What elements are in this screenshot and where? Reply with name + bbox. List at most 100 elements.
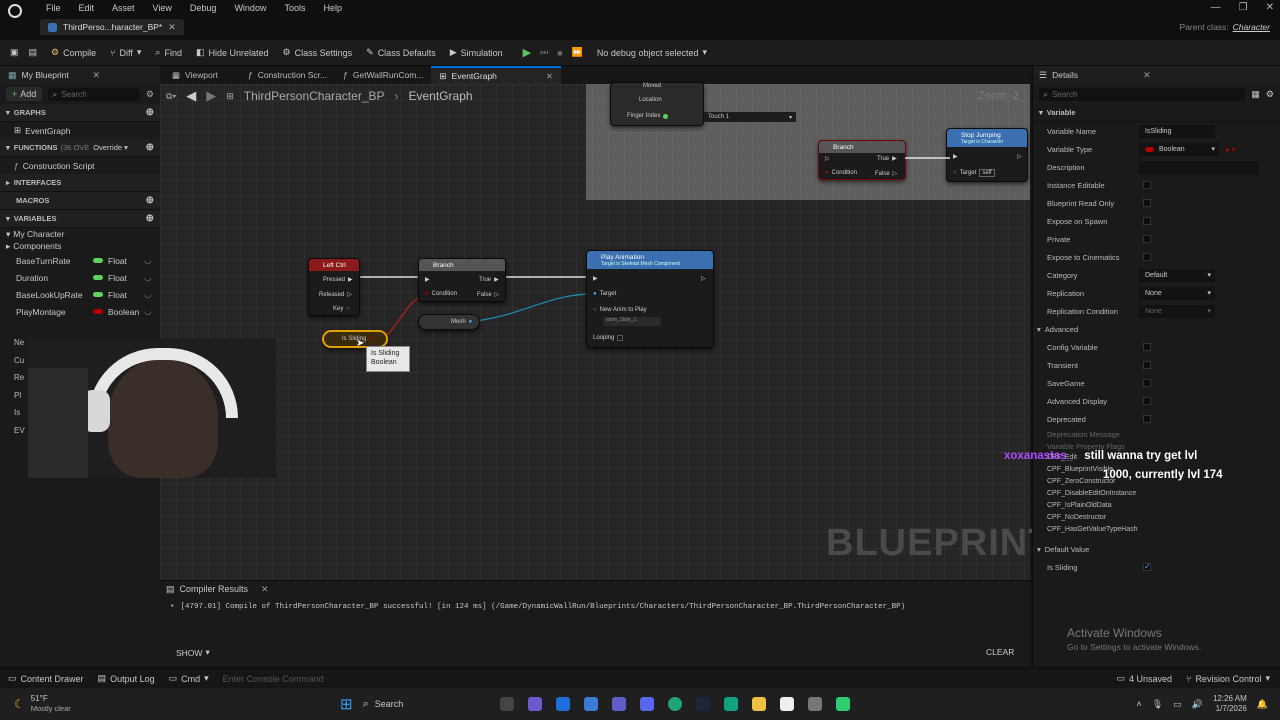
override-dropdown[interactable]: Override ▾	[93, 143, 128, 152]
document-tab[interactable]: ThirdPerso...haracter_BP* ✕	[40, 19, 184, 35]
variable-row[interactable]: BaseLookUpRate Float ◡	[0, 286, 160, 303]
menu-help[interactable]: Help	[323, 3, 342, 13]
category-components[interactable]: ▸ Components	[0, 240, 160, 252]
add-button[interactable]: + Add	[6, 87, 43, 101]
menu-window[interactable]: Window	[234, 3, 266, 13]
partial-row[interactable]: Ne	[14, 334, 25, 352]
interfaces-section-header[interactable]: ▸ INTERFACES	[0, 174, 160, 192]
close-icon[interactable]: ✕	[261, 584, 269, 595]
graph-eventgraph[interactable]: ⊞ EventGraph	[0, 122, 160, 139]
replication-select[interactable]: None ▾	[1139, 286, 1215, 300]
show-button[interactable]: SHOW ▾	[176, 647, 210, 658]
calendar-app-icon[interactable]	[555, 697, 570, 711]
tab-viewport[interactable]: ▦ Viewport	[164, 66, 226, 84]
variable-row[interactable]: BaseTurnRate Float ◡	[0, 252, 160, 269]
menu-asset[interactable]: Asset	[112, 3, 135, 13]
unsaved-indicator[interactable]: ▭ 4 Unsaved	[1116, 673, 1172, 684]
add-macro-icon[interactable]: ⊕	[146, 195, 154, 206]
app-green-icon[interactable]	[723, 697, 738, 711]
mail-app-icon[interactable]	[583, 697, 598, 711]
details-search-input[interactable]: ⌕ Search	[1039, 87, 1246, 101]
task-view-icon[interactable]	[499, 697, 514, 711]
revision-control-button[interactable]: ⑂ Revision Control ▾	[1186, 673, 1270, 684]
output-log-button[interactable]: ▤ Output Log	[98, 673, 155, 684]
close-icon[interactable]: ✕	[92, 70, 100, 81]
container-type-icon[interactable]: ● ▾	[1225, 145, 1235, 154]
find-button[interactable]: ⌕ Find	[155, 47, 182, 58]
functions-section-header[interactable]: ▾ FUNCTIONS (36 OVE Override ▾ ⊕	[0, 139, 160, 157]
unreal-logo-icon[interactable]	[8, 4, 22, 18]
variable-type-select[interactable]: Boolean ▾	[1139, 142, 1219, 156]
eye-icon[interactable]: ◡	[144, 289, 151, 300]
deprecated-checkbox[interactable]	[1143, 415, 1151, 423]
variable-row[interactable]: PlayMontage Boolean ◡	[0, 303, 160, 320]
menu-file[interactable]: File	[46, 3, 61, 13]
category-select[interactable]: Default ▾	[1139, 268, 1215, 282]
volume-icon[interactable]: 🔊	[1192, 699, 1203, 710]
category-my-character[interactable]: ▾ My Character	[0, 228, 160, 240]
tab-getwallrun[interactable]: ƒ GetWallRunCom...	[335, 66, 431, 84]
partial-row[interactable]: Pl	[14, 387, 25, 405]
variable-row[interactable]: Duration Float ◡	[0, 269, 160, 286]
my-blueprint-tab[interactable]: ▦ My Blueprint ✕	[0, 66, 160, 84]
chevron-up-icon[interactable]: ˄	[1137, 699, 1142, 709]
play-animation-node[interactable]: Play Animation Target is Skeletal Mesh C…	[586, 250, 714, 348]
advanced-section-header[interactable]: ▾ Advanced	[1033, 320, 1280, 338]
restore-icon[interactable]: ❐	[1239, 2, 1248, 13]
variables-section-header[interactable]: ▾ VARIABLES ⊕	[0, 210, 160, 228]
instance-editable-checkbox[interactable]	[1143, 181, 1151, 189]
content-drawer-button[interactable]: ▭ Content Drawer	[8, 673, 84, 684]
copilot-icon[interactable]	[527, 697, 542, 711]
unreal-taskbar-icon[interactable]	[779, 697, 794, 711]
class-settings-button[interactable]: ⚙ Class Settings	[283, 47, 353, 58]
notification-bell-icon[interactable]: 🔔	[1257, 699, 1268, 710]
network-icon[interactable]: ▭	[1173, 699, 1182, 710]
taskbar-search[interactable]: ⌕ Search	[363, 698, 493, 711]
transient-checkbox[interactable]	[1143, 361, 1151, 369]
expose-on-spawn-checkbox[interactable]	[1143, 217, 1151, 225]
partial-row[interactable]: Is	[14, 404, 25, 422]
add-function-icon[interactable]: ⊕	[146, 142, 154, 153]
partial-row[interactable]: Re	[14, 369, 25, 387]
browse-icon[interactable]: ▤	[29, 47, 38, 58]
windows-start-icon[interactable]: ⊞	[340, 695, 353, 713]
anim-asset-field[interactable]: anim_Slide_1	[603, 317, 661, 326]
steam-icon[interactable]	[695, 697, 710, 711]
obs-icon[interactable]	[835, 697, 850, 711]
menu-edit[interactable]: Edit	[79, 3, 95, 13]
close-icon[interactable]: ✕	[546, 71, 553, 82]
search-input[interactable]: ⌕ Search	[48, 87, 140, 101]
replication-condition-select[interactable]: None ▾	[1139, 304, 1215, 318]
savegame-checkbox[interactable]	[1143, 379, 1151, 387]
console-input[interactable]: Enter Console Command	[223, 674, 423, 684]
partial-row[interactable]: Cu	[14, 352, 25, 370]
eye-icon[interactable]: ◡	[144, 255, 151, 266]
debug-object-select[interactable]: No debug object selected ▾	[597, 47, 707, 58]
menu-tools[interactable]: Tools	[284, 3, 305, 13]
variable-name-input[interactable]: IsSliding	[1139, 124, 1215, 138]
teams-icon[interactable]	[611, 697, 626, 711]
function-construction-script[interactable]: ƒ Construction Script	[0, 157, 160, 174]
discord-icon[interactable]	[639, 697, 654, 711]
add-variable-icon[interactable]: ⊕	[146, 213, 154, 224]
clock[interactable]: 12:26 AM 1/7/2026	[1213, 694, 1247, 714]
variable-section-header[interactable]: ▾ Variable	[1033, 104, 1280, 122]
close-icon[interactable]: ✕	[1143, 70, 1151, 81]
eye-icon[interactable]: ◡	[144, 306, 151, 317]
class-defaults-button[interactable]: ✎ Class Defaults	[366, 47, 436, 58]
step-icon[interactable]: ⏭	[540, 47, 548, 58]
advance-icon[interactable]: ⏩	[572, 47, 583, 58]
left-ctrl-event-node[interactable]: Left Ctrl Pressed ▶ Released ▷ Key ○	[308, 258, 360, 316]
description-input[interactable]	[1139, 160, 1259, 174]
hide-unrelated-button[interactable]: ◧ Hide Unrelated	[196, 47, 269, 58]
gear-icon[interactable]: ⚙	[1266, 89, 1274, 100]
edge-icon[interactable]	[667, 697, 682, 711]
gear-icon[interactable]: ⚙	[146, 89, 154, 100]
menu-debug[interactable]: Debug	[190, 3, 217, 13]
stop-icon[interactable]: ■	[557, 48, 562, 58]
event-graph-canvas[interactable]: ⧉▾ ◀ ▶ ⊞ ThirdPersonCharacter_BP › Event…	[160, 82, 1051, 580]
branch-node[interactable]: Branch ▶ ● Condition True ▶ False ▷	[418, 258, 506, 302]
mesh-getter-node[interactable]: Mesh ●	[418, 314, 480, 330]
default-value-section-header[interactable]: ▾ Default Value	[1033, 540, 1280, 558]
minimize-icon[interactable]: —	[1211, 2, 1221, 13]
